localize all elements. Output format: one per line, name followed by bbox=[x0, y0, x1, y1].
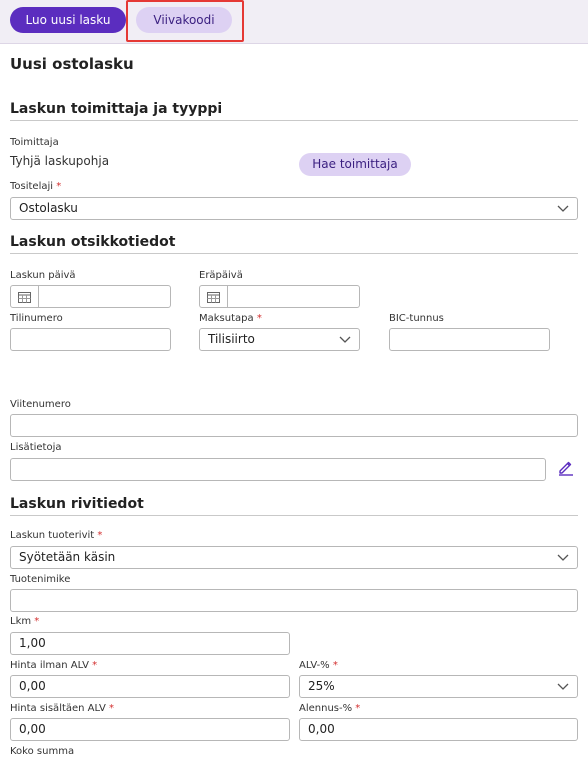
additional-info-label: Lisätietoja bbox=[10, 442, 62, 453]
product-rows-select[interactable]: Syötetään käsin bbox=[10, 546, 578, 569]
price-incl-vat-label: Hinta sisältäen ALV * bbox=[10, 703, 115, 714]
quantity-label: Lkm * bbox=[10, 616, 40, 627]
invoice-date-label: Laskun päivä bbox=[10, 270, 76, 281]
quantity-input[interactable]: 1,00 bbox=[10, 632, 290, 655]
discount-percent-input[interactable]: 0,00 bbox=[299, 718, 578, 741]
vat-percent-select[interactable]: 25% bbox=[299, 675, 578, 698]
account-number-label: Tilinumero bbox=[10, 313, 63, 324]
due-date-label: Eräpäivä bbox=[199, 270, 243, 281]
section-title-rows: Laskun rivitiedot bbox=[10, 496, 144, 512]
product-name-input[interactable] bbox=[10, 589, 578, 612]
account-number-input[interactable] bbox=[10, 328, 171, 351]
vat-percent-label: ALV-% * bbox=[299, 660, 338, 671]
edit-pencil-icon[interactable] bbox=[557, 458, 575, 476]
section-title-supplier: Laskun toimittaja ja tyyppi bbox=[10, 101, 223, 117]
payment-method-label: Maksutapa * bbox=[199, 313, 262, 324]
chevron-down-icon bbox=[557, 205, 569, 212]
section-divider bbox=[10, 120, 578, 121]
invoice-date-field[interactable] bbox=[10, 285, 171, 308]
chevron-down-icon bbox=[339, 336, 351, 343]
page-title: Uusi ostolasku bbox=[10, 55, 134, 73]
reference-input[interactable] bbox=[10, 414, 578, 437]
supplier-value: Tyhjä laskupohja bbox=[10, 154, 110, 168]
voucher-type-select[interactable]: Ostolasku bbox=[10, 197, 578, 220]
calendar-icon[interactable] bbox=[11, 286, 39, 307]
discount-percent-label: Alennus-% * bbox=[299, 703, 361, 714]
additional-info-input[interactable] bbox=[10, 458, 546, 481]
toolbar: Luo uusi lasku Viivakoodi bbox=[0, 0, 588, 44]
price-excl-vat-input[interactable]: 0,00 bbox=[10, 675, 290, 698]
search-supplier-button[interactable]: Hae toimittaja bbox=[299, 153, 411, 176]
chevron-down-icon bbox=[557, 683, 569, 690]
product-rows-label: Laskun tuoterivit * bbox=[10, 530, 103, 541]
product-name-label: Tuotenimike bbox=[10, 574, 71, 585]
supplier-label: Toimittaja bbox=[10, 137, 59, 148]
calendar-icon[interactable] bbox=[200, 286, 228, 307]
section-divider bbox=[10, 253, 578, 254]
total-label: Koko summa bbox=[10, 746, 75, 757]
section-divider bbox=[10, 515, 578, 516]
reference-label: Viitenumero bbox=[10, 399, 71, 410]
chevron-down-icon bbox=[557, 554, 569, 561]
price-incl-vat-input[interactable]: 0,00 bbox=[10, 718, 290, 741]
payment-method-select[interactable]: Tilisiirto bbox=[199, 328, 360, 351]
price-excl-vat-label: Hinta ilman ALV * bbox=[10, 660, 98, 671]
voucher-type-label: Tositelaji * bbox=[10, 181, 62, 192]
bic-input[interactable] bbox=[389, 328, 550, 351]
barcode-button[interactable]: Viivakoodi bbox=[136, 7, 232, 33]
create-invoice-button[interactable]: Luo uusi lasku bbox=[10, 7, 126, 33]
due-date-field[interactable] bbox=[199, 285, 360, 308]
bic-label: BIC-tunnus bbox=[389, 313, 444, 324]
section-title-header: Laskun otsikkotiedot bbox=[10, 234, 176, 250]
